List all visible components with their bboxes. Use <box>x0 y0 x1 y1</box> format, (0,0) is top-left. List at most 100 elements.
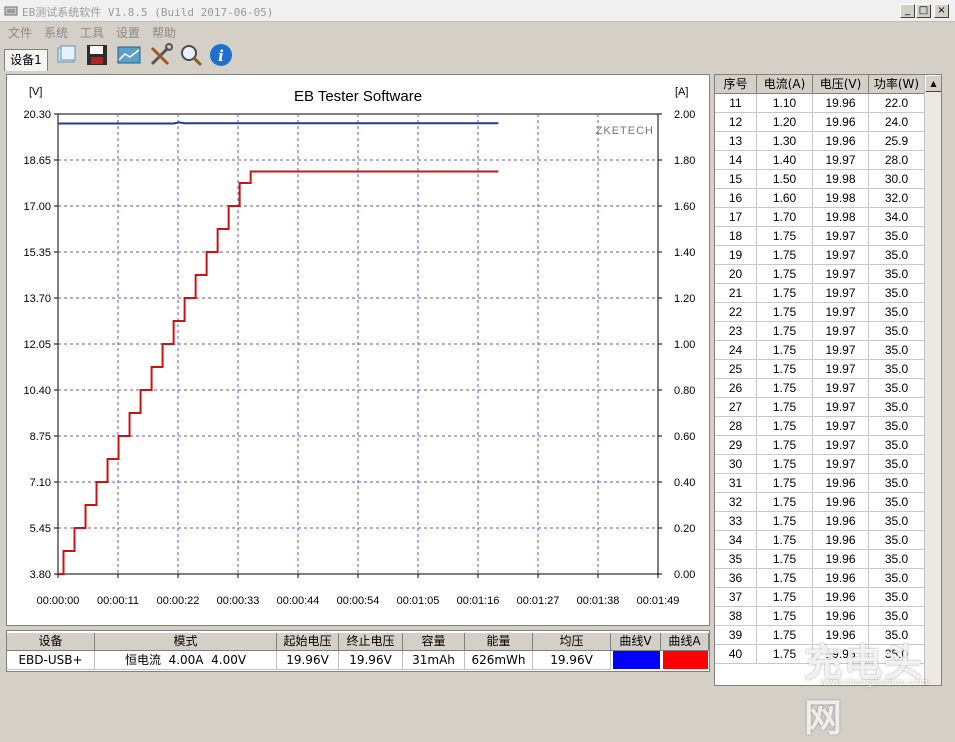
row-voltage: 19.98 <box>813 170 869 189</box>
curve-a-color-swatch[interactable] <box>663 651 708 669</box>
zoom-icon[interactable] <box>178 42 204 68</box>
table-row[interactable]: 31 1.75 19.96 35.0 <box>715 474 925 493</box>
row-index: 27 <box>715 398 757 417</box>
row-voltage: 19.97 <box>813 322 869 341</box>
table-row[interactable]: 22 1.75 19.97 35.0 <box>715 303 925 322</box>
table-row[interactable]: 35 1.75 19.96 35.0 <box>715 550 925 569</box>
table-row[interactable]: 18 1.75 19.97 35.0 <box>715 227 925 246</box>
menu-tools[interactable]: 工具 <box>80 24 104 41</box>
chart: EB Tester Software [V] [A] ZKETECH 20.30 18.6… <box>23 86 695 607</box>
table-row[interactable]: 32 1.75 19.96 35.0 <box>715 493 925 512</box>
table-row[interactable]: 21 1.75 19.97 35.0 <box>715 284 925 303</box>
table-row[interactable]: 30 1.75 19.97 35.0 <box>715 455 925 474</box>
row-index: 23 <box>715 322 757 341</box>
table-row[interactable]: 38 1.75 19.96 35.0 <box>715 607 925 626</box>
row-current: 1.75 <box>757 322 813 341</box>
x-tick-label: 00:01:05 <box>397 595 440 607</box>
tools-icon[interactable] <box>148 42 174 68</box>
row-voltage: 19.96 <box>813 94 869 113</box>
tab-device1[interactable]: 设备1 <box>4 49 48 71</box>
row-power: 35.0 <box>869 341 925 360</box>
table-row[interactable]: 11 1.10 19.96 22.0 <box>715 94 925 113</box>
info-icon[interactable]: i <box>208 42 234 68</box>
table-row[interactable]: 12 1.20 19.96 24.0 <box>715 113 925 132</box>
menu-file[interactable]: 文件 <box>8 24 32 41</box>
table-row[interactable]: 25 1.75 19.97 35.0 <box>715 360 925 379</box>
table-row[interactable]: 19 1.75 19.97 35.0 <box>715 246 925 265</box>
x-tick-label: 00:00:00 <box>37 595 80 607</box>
row-current: 1.75 <box>757 417 813 436</box>
table-scrollbar[interactable]: ▲ <box>924 75 941 685</box>
table-row[interactable]: 13 1.30 19.96 25.9 <box>715 132 925 151</box>
row-power: 35.0 <box>869 265 925 284</box>
table-row[interactable]: 36 1.75 19.96 35.0 <box>715 569 925 588</box>
row-voltage: 19.98 <box>813 189 869 208</box>
row-index: 29 <box>715 436 757 455</box>
menu-settings[interactable]: 设置 <box>116 24 140 41</box>
row-current: 1.60 <box>757 189 813 208</box>
row-voltage: 19.96 <box>813 474 869 493</box>
table-row[interactable]: 14 1.40 19.97 28.0 <box>715 151 925 170</box>
maximize-button[interactable]: □ <box>916 4 931 18</box>
row-power: 22.0 <box>869 94 925 113</box>
row-power: 35.0 <box>869 284 925 303</box>
table-row[interactable]: 20 1.75 19.97 35.0 <box>715 265 925 284</box>
table-row[interactable]: 29 1.75 19.97 35.0 <box>715 436 925 455</box>
table-row[interactable]: 16 1.60 19.98 32.0 <box>715 189 925 208</box>
row-voltage: 19.97 <box>813 398 869 417</box>
row-power: 35.0 <box>869 322 925 341</box>
y-left-tick-label: 3.80 <box>30 569 51 581</box>
y-left-unit: [V] <box>29 86 42 98</box>
row-voltage: 19.97 <box>813 265 869 284</box>
window-title: EB测试系统软件 V1.8.5 (Build 2017-06-05) <box>22 6 274 19</box>
open-icon[interactable] <box>54 42 80 68</box>
y-right-tick-label: 1.40 <box>674 247 695 259</box>
scroll-up-arrow-icon[interactable]: ▲ <box>925 75 941 92</box>
x-tick-label: 00:00:11 <box>97 595 139 607</box>
row-index: 12 <box>715 113 757 132</box>
row-power: 35.0 <box>869 227 925 246</box>
table-row[interactable]: 34 1.75 19.96 35.0 <box>715 531 925 550</box>
row-voltage: 19.96 <box>813 493 869 512</box>
column-header-current: 电流(A) <box>757 75 813 94</box>
summary-device: EBD-USB+ <box>7 651 95 670</box>
x-tick-label: 00:00:22 <box>157 595 200 607</box>
summary-mode: 恒电流 4.00A 4.00V <box>95 651 277 670</box>
x-tick-label: 00:01:16 <box>457 595 500 607</box>
table-row[interactable]: 27 1.75 19.97 35.0 <box>715 398 925 417</box>
table-row[interactable]: 33 1.75 19.96 35.0 <box>715 512 925 531</box>
minimize-button[interactable]: _ <box>900 4 915 18</box>
y-left-tick-label: 8.75 <box>30 431 51 443</box>
y-left-tick-label: 10.40 <box>23 385 51 397</box>
table-row[interactable]: 37 1.75 19.96 35.0 <box>715 588 925 607</box>
table-row[interactable]: 23 1.75 19.97 35.0 <box>715 322 925 341</box>
row-current: 1.75 <box>757 398 813 417</box>
summary-header-energy: 能量 <box>465 633 533 651</box>
y-right-tick-label: 0.60 <box>674 431 695 443</box>
summary-header-curve-v: 曲线V <box>611 633 661 651</box>
menu-help[interactable]: 帮助 <box>152 24 176 41</box>
table-row[interactable]: 24 1.75 19.97 35.0 <box>715 341 925 360</box>
row-index: 11 <box>715 94 757 113</box>
table-row[interactable]: 28 1.75 19.97 35.0 <box>715 417 925 436</box>
row-voltage: 19.97 <box>813 455 869 474</box>
row-current: 1.75 <box>757 607 813 626</box>
chart-title: EB Tester Software <box>294 88 422 105</box>
row-power: 32.0 <box>869 189 925 208</box>
row-voltage: 19.97 <box>813 246 869 265</box>
voltage-series-line <box>58 121 499 125</box>
curve-v-color-swatch[interactable] <box>613 651 660 669</box>
chart-icon[interactable] <box>116 42 142 68</box>
save-icon[interactable] <box>84 42 110 68</box>
table-row[interactable]: 15 1.50 19.98 30.0 <box>715 170 925 189</box>
row-current: 1.75 <box>757 227 813 246</box>
watermark-url: www.chongdiantou.com <box>820 678 928 688</box>
row-current: 1.75 <box>757 379 813 398</box>
table-row[interactable]: 26 1.75 19.97 35.0 <box>715 379 925 398</box>
y-left-tick-label: 13.70 <box>23 293 51 305</box>
row-voltage: 19.96 <box>813 132 869 151</box>
menu-system[interactable]: 系统 <box>44 24 68 41</box>
row-current: 1.20 <box>757 113 813 132</box>
close-button[interactable]: × <box>934 4 949 18</box>
table-row[interactable]: 17 1.70 19.98 34.0 <box>715 208 925 227</box>
